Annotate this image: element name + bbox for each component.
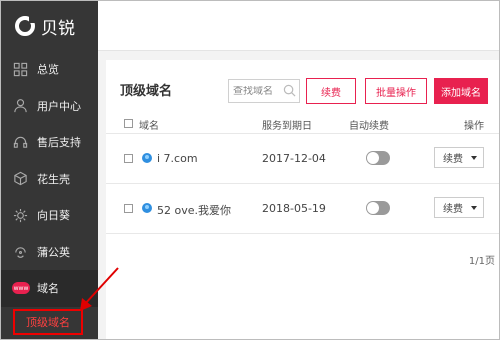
user-icon <box>12 98 28 114</box>
column-auto-renew: 自动续费 <box>349 121 389 132</box>
sidebar-item-sunlogin[interactable]: 向日葵 <box>1 197 98 234</box>
domain-panel: 顶级域名 续费 批量操作 添加域名 域名 服务到期日 自动续费 操作 i 7.c… <box>106 60 499 339</box>
renew-dropdown-label: 续费 <box>443 204 463 215</box>
select-all-checkbox[interactable] <box>124 119 133 128</box>
column-domain: 域名 <box>139 121 159 132</box>
add-domain-button[interactable]: 添加域名 <box>434 78 488 104</box>
brand-logo-icon <box>15 16 36 36</box>
sidebar-item-support[interactable]: 售后支持 <box>1 124 98 161</box>
sidebar-item-label: 蒲公英 <box>37 245 70 259</box>
sidebar-item-label: 域名 <box>37 282 59 296</box>
table-row: 52 ove.我爱你 2018-05-19 续费 <box>106 184 499 234</box>
top-bar <box>98 1 499 51</box>
sunflower-icon <box>12 207 28 223</box>
cube-icon <box>12 171 28 187</box>
renew-dropdown[interactable]: 续费 <box>434 147 484 168</box>
sidebar-item-overview[interactable]: 总览 <box>1 51 98 88</box>
dandelion-icon <box>12 244 28 260</box>
renew-dropdown[interactable]: 续费 <box>434 197 484 218</box>
sidebar-item-pgyer[interactable]: 蒲公英 <box>1 234 98 271</box>
row-checkbox[interactable] <box>124 204 133 213</box>
search-icon[interactable] <box>283 84 296 97</box>
brand-logo[interactable]: 贝锐 <box>1 1 98 51</box>
expiry-date: 2018-05-19 <box>262 202 326 215</box>
brand-logo-text: 贝锐 <box>41 18 75 39</box>
sidebar: 贝锐 总览 用户中心 售后支持 花生壳 向日葵 蒲公英 www 域名 <box>1 1 98 339</box>
sidebar-item-oray-shell[interactable]: 花生壳 <box>1 161 98 198</box>
www-icon: www <box>12 282 30 295</box>
page-title: 顶级域名 <box>120 84 173 99</box>
grid-icon <box>12 61 28 77</box>
domain-name[interactable]: i 7.com <box>157 152 198 165</box>
table-row: i 7.com 2017-12-04 续费 <box>106 134 499 184</box>
sidebar-item-label: 花生壳 <box>37 172 70 186</box>
table-header: 域名 服务到期日 自动续费 操作 <box>106 112 499 134</box>
pagination: 1/1页 <box>468 256 495 267</box>
renew-button[interactable]: 续费 <box>306 78 356 104</box>
sidebar-item-user-center[interactable]: 用户中心 <box>1 88 98 125</box>
sidebar-item-domain[interactable]: www 域名 <box>1 270 98 307</box>
sidebar-item-label: 用户中心 <box>37 99 81 113</box>
chevron-down-icon <box>471 156 477 160</box>
sidebar-item-label: 总览 <box>37 63 59 77</box>
chevron-down-icon <box>471 206 477 210</box>
globe-icon <box>142 153 152 163</box>
sidebar-subitem-top-level-domain[interactable]: 顶级域名 <box>13 309 83 335</box>
sidebar-nav: 总览 用户中心 售后支持 花生壳 向日葵 蒲公英 www 域名 <box>1 51 98 307</box>
batch-operation-button[interactable]: 批量操作 <box>365 78 427 104</box>
headset-icon <box>12 134 28 150</box>
search-box[interactable] <box>228 79 300 103</box>
auto-renew-toggle[interactable] <box>366 151 390 165</box>
row-checkbox[interactable] <box>124 154 133 163</box>
domain-name[interactable]: 52 ove.我爱你 <box>157 202 231 218</box>
renew-dropdown-label: 续费 <box>443 154 463 165</box>
column-action: 操作 <box>464 121 484 132</box>
expiry-date: 2017-12-04 <box>262 152 326 165</box>
sidebar-item-label: 向日葵 <box>37 209 70 223</box>
column-expiry: 服务到期日 <box>262 121 312 132</box>
globe-icon <box>142 203 152 213</box>
auto-renew-toggle[interactable] <box>366 201 390 215</box>
sidebar-item-label: 售后支持 <box>37 136 81 150</box>
search-input[interactable] <box>233 85 285 97</box>
